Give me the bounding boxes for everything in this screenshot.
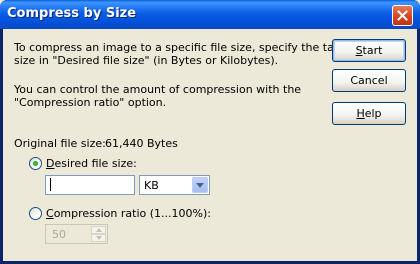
start-button-mnemonic: S xyxy=(355,44,363,57)
text-caret xyxy=(50,178,51,191)
spin-down-icon xyxy=(95,236,102,240)
chevron-down-icon xyxy=(196,182,204,188)
close-button[interactable] xyxy=(392,5,413,26)
compression-ratio-mnemonic: C xyxy=(46,207,54,220)
desired-size-radio[interactable] xyxy=(29,157,42,170)
compression-ratio-label[interactable]: Compression ratio (1...100%): xyxy=(46,207,211,220)
desired-size-input[interactable] xyxy=(45,175,135,195)
desired-size-label[interactable]: Desired file size: xyxy=(46,157,137,170)
original-size-label: Original file size: xyxy=(14,137,106,150)
description-line-1: To compress an image to a specific file … xyxy=(14,41,357,54)
description-line-4: "Compression ratio" option. xyxy=(14,96,167,109)
cancel-button-label: Cancel xyxy=(350,74,388,87)
unit-select-value: KB xyxy=(144,179,159,192)
description-line-2: size in "Desired file size" (in Bytes or… xyxy=(14,54,279,67)
spin-up-button[interactable] xyxy=(91,226,106,234)
help-button[interactable]: Help xyxy=(332,102,406,125)
spin-down-button[interactable] xyxy=(91,234,106,242)
dialog-body: To compress an image to a specific file … xyxy=(3,29,417,261)
spin-up-icon xyxy=(95,228,102,232)
title-bar[interactable]: Compress by Size xyxy=(0,0,420,29)
compression-ratio-value: 50 xyxy=(52,228,66,241)
help-button-label: elp xyxy=(364,107,382,120)
original-size-value: 61,440 Bytes xyxy=(105,137,178,150)
compression-ratio-label-text: ompression ratio (1...100%): xyxy=(53,207,211,220)
dialog-window: Compress by Size To compress an image to… xyxy=(0,0,420,264)
close-icon xyxy=(397,10,408,21)
help-button-mnemonic: H xyxy=(356,107,365,120)
compression-ratio-spinner[interactable]: 50 xyxy=(45,224,108,244)
description-line-3: You can control the amount of compressio… xyxy=(14,83,302,96)
desired-size-label-text: esired file size: xyxy=(54,157,137,170)
window-title: Compress by Size xyxy=(7,6,137,21)
unit-select[interactable]: KB xyxy=(139,175,210,195)
start-button-label: tart xyxy=(362,44,383,57)
unit-dropdown-button[interactable] xyxy=(192,177,208,193)
compression-ratio-radio[interactable] xyxy=(29,207,42,220)
cancel-button[interactable]: Cancel xyxy=(332,69,406,92)
start-button[interactable]: Start xyxy=(332,39,406,62)
